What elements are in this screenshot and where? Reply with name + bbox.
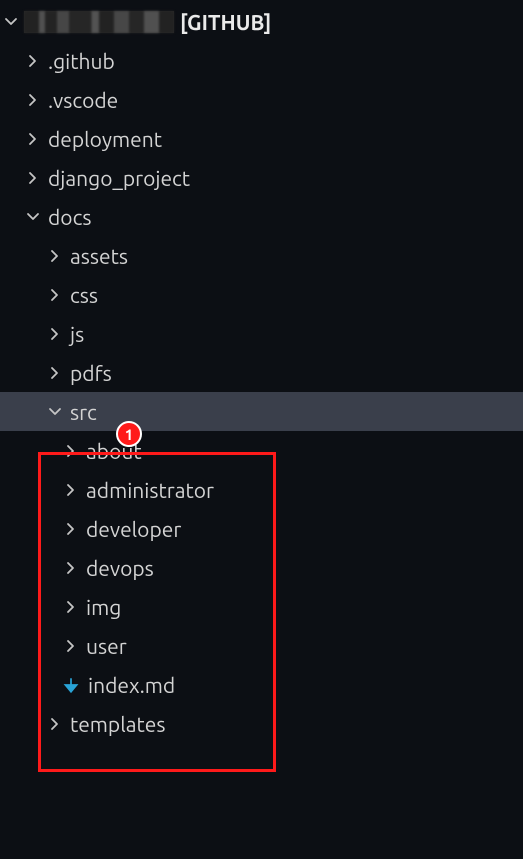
folder-user[interactable]: user [0, 626, 523, 665]
folder-label: assets [70, 244, 128, 268]
folder-label: css [70, 283, 98, 307]
redacted-project-name [24, 11, 174, 33]
chevron-right-icon [24, 170, 42, 186]
chevron-right-icon [46, 716, 64, 732]
folder-developer[interactable]: developer [0, 509, 523, 548]
folder-devops[interactable]: devops [0, 548, 523, 587]
folder-assets[interactable]: assets [0, 236, 523, 275]
folder-label: js [70, 322, 84, 346]
folder-src[interactable]: src [0, 392, 523, 431]
folder-label: developer [86, 517, 181, 541]
chevron-right-icon [62, 560, 80, 576]
folder-deployment[interactable]: deployment [0, 119, 523, 158]
chevron-right-icon [24, 131, 42, 147]
chevron-right-icon [62, 638, 80, 654]
folder-label: about [86, 439, 142, 463]
chevron-right-icon [62, 521, 80, 537]
github-tag: [GITHUB] [180, 10, 271, 34]
folder-label: .vscode [48, 88, 118, 112]
folder-js[interactable]: js [0, 314, 523, 353]
folder-label: src [70, 400, 97, 424]
chevron-right-icon [46, 248, 64, 264]
folder-label: user [86, 634, 127, 658]
folder-templates[interactable]: templates [0, 704, 523, 743]
folder-label: pdfs [70, 361, 112, 385]
chevron-right-icon [62, 599, 80, 615]
folder-label: deployment [48, 127, 162, 151]
folder-label: img [86, 595, 121, 619]
folder-label: administrator [86, 478, 214, 502]
chevron-right-icon [46, 326, 64, 342]
chevron-down-icon [24, 209, 42, 225]
folder-label: .github [48, 49, 115, 73]
chevron-right-icon [62, 443, 80, 459]
folder-img[interactable]: img [0, 587, 523, 626]
chevron-down-icon [46, 404, 64, 420]
chevron-down-icon [2, 14, 20, 30]
folder-label: devops [86, 556, 154, 580]
folder-label: docs [48, 205, 91, 229]
folder-label: django_project [48, 166, 190, 190]
file-index-md[interactable]: index.md [0, 665, 523, 704]
chevron-right-icon [46, 365, 64, 381]
folder-django-project[interactable]: django_project [0, 158, 523, 197]
root-folder[interactable]: [GITHUB] [0, 2, 523, 41]
chevron-right-icon [24, 92, 42, 108]
folder-docs[interactable]: docs [0, 197, 523, 236]
folder-vscode[interactable]: .vscode [0, 80, 523, 119]
file-explorer-tree: [GITHUB] .github .vscode deployment djan… [0, 0, 523, 743]
folder-css[interactable]: css [0, 275, 523, 314]
chevron-right-icon [24, 53, 42, 69]
folder-pdfs[interactable]: pdfs [0, 353, 523, 392]
chevron-right-icon [46, 287, 64, 303]
folder-github[interactable]: .github [0, 41, 523, 80]
chevron-right-icon [62, 482, 80, 498]
folder-administrator[interactable]: administrator [0, 470, 523, 509]
markdown-file-icon [60, 676, 82, 694]
folder-about[interactable]: about [0, 431, 523, 470]
file-label: index.md [88, 673, 175, 697]
folder-label: templates [70, 712, 165, 736]
